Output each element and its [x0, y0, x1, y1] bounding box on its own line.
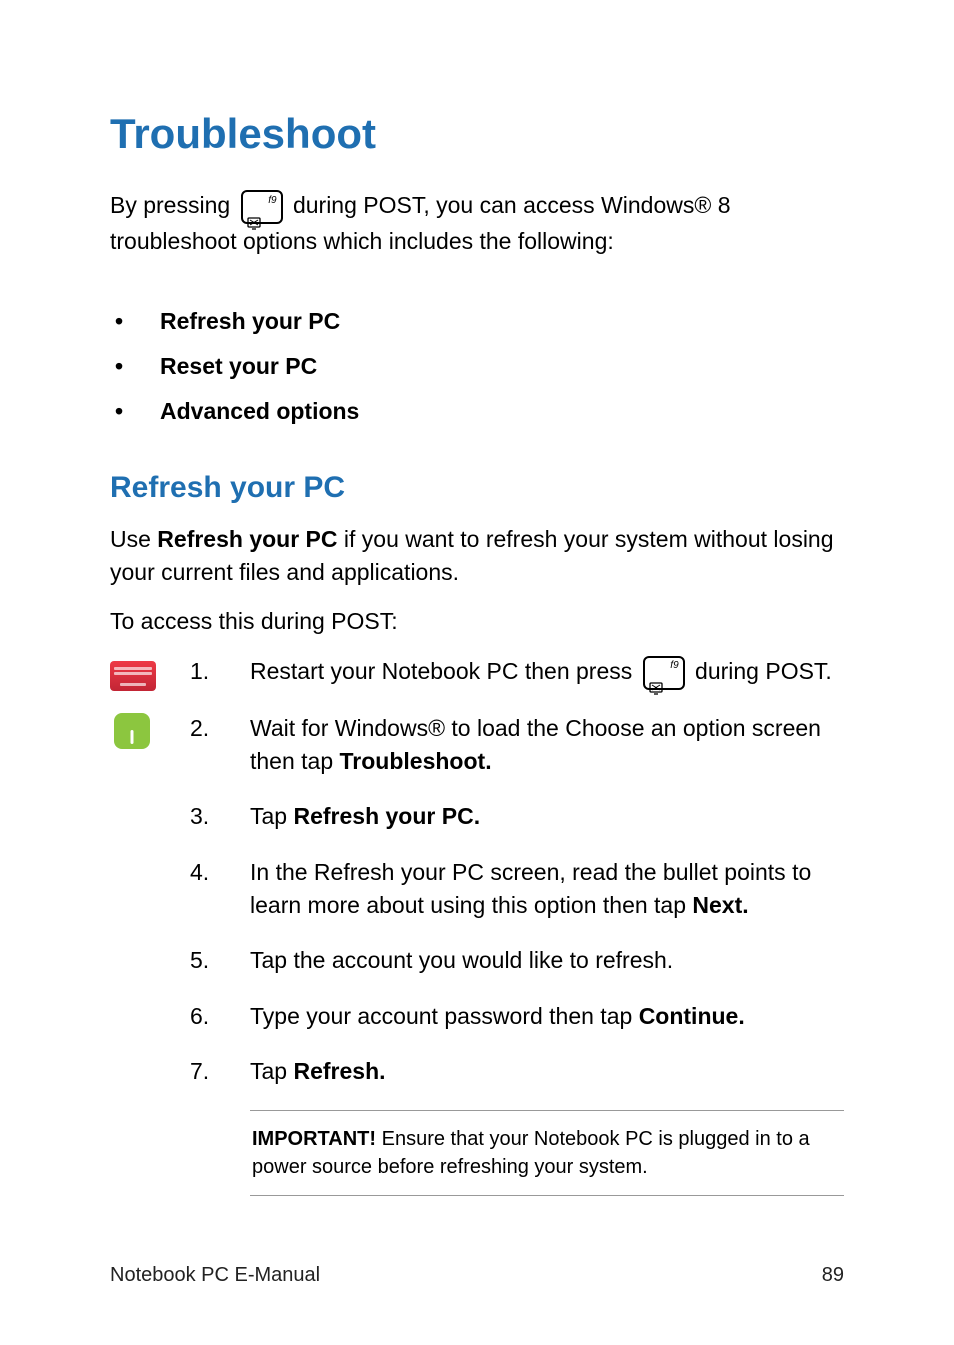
step-before: Type your account password then tap: [250, 1003, 639, 1029]
key-label: f9: [670, 659, 678, 674]
step-item: 2. Wait for Windows® to load the Choose …: [190, 712, 844, 779]
intro-text-before: By pressing: [110, 192, 237, 218]
step-text: Tap Refresh your PC.: [250, 800, 844, 833]
step-after: during POST.: [695, 658, 832, 684]
key-label: f9: [268, 193, 276, 208]
step-number: 2.: [190, 712, 214, 779]
page-title: Troubleshoot: [110, 110, 844, 158]
screen-glyph-icon: [247, 206, 261, 220]
intro-bold: Refresh your PC: [157, 526, 337, 552]
step-number: 3.: [190, 800, 214, 833]
step-before: Tap the account you would like to refres…: [250, 947, 673, 973]
step-number: 1.: [190, 655, 214, 690]
step-item: 3. Tap Refresh your PC.: [190, 800, 844, 833]
step-item: 4. In the Refresh your PC screen, read t…: [190, 856, 844, 923]
note-bold: IMPORTANT!: [252, 1128, 376, 1150]
step-before: Wait for Windows® to load the Choose an …: [250, 715, 821, 774]
step-bold: Refresh.: [293, 1058, 385, 1084]
note-row: IMPORTANT! Ensure that your Notebook PC …: [190, 1110, 844, 1196]
screen-glyph-icon: [649, 672, 663, 686]
bullet-item: Refresh your PC: [160, 308, 844, 335]
step-item: 1. Restart your Notebook PC then press f…: [190, 655, 844, 690]
footer-page-number: 89: [822, 1264, 844, 1287]
steps-list: 1. Restart your Notebook PC then press f…: [190, 655, 844, 1219]
footer-left: Notebook PC E-Manual: [110, 1264, 320, 1287]
page: Troubleshoot By pressing f9 during POST,…: [0, 0, 954, 1345]
page-footer: Notebook PC E-Manual 89: [110, 1264, 844, 1287]
step-bold: Next.: [692, 892, 748, 918]
keyboard-icon: [110, 661, 156, 691]
bullet-list: Refresh your PC Reset your PC Advanced o…: [110, 290, 844, 443]
step-number: 4.: [190, 856, 214, 923]
step-text: Wait for Windows® to load the Choose an …: [250, 712, 844, 779]
lead-text: To access this during POST:: [110, 608, 844, 635]
step-number: 5.: [190, 944, 214, 977]
step-number: 7.: [190, 1055, 214, 1088]
bullet-item: Reset your PC: [160, 353, 844, 380]
important-note: IMPORTANT! Ensure that your Notebook PC …: [250, 1110, 844, 1196]
section-intro: Use Refresh your PC if you want to refre…: [110, 523, 844, 587]
f9-key-icon: f9: [643, 656, 685, 690]
step-before: Tap: [250, 1058, 293, 1084]
section-title: Refresh your PC: [110, 471, 844, 505]
step-bold: Continue.: [639, 1003, 745, 1029]
step-before: Restart your Notebook PC then press: [250, 658, 639, 684]
step-text: Tap Refresh.: [250, 1055, 844, 1088]
step-bold: Troubleshoot.: [340, 748, 492, 774]
step-text: Tap the account you would like to refres…: [250, 944, 844, 977]
step-text: Restart your Notebook PC then press f9 d…: [250, 655, 844, 690]
step-number: 6.: [190, 1000, 214, 1033]
bullet-item: Advanced options: [160, 398, 844, 425]
step-text: Type your account password then tap Cont…: [250, 1000, 844, 1033]
step-text: In the Refresh your PC screen, read the …: [250, 856, 844, 923]
icons-column: [110, 655, 158, 1219]
step-item: 6. Type your account password then tap C…: [190, 1000, 844, 1033]
step-item: 5. Tap the account you would like to ref…: [190, 944, 844, 977]
touch-icon: [114, 713, 150, 749]
intro-paragraph: By pressing f9 during POST, you can acce…: [110, 188, 844, 258]
step-bold: Refresh your PC.: [293, 803, 480, 829]
f9-key-icon: f9: [241, 190, 283, 224]
step-item: 7. Tap Refresh.: [190, 1055, 844, 1088]
steps-area: 1. Restart your Notebook PC then press f…: [110, 655, 844, 1219]
step-before: Tap: [250, 803, 293, 829]
intro-prefix: Use: [110, 526, 157, 552]
